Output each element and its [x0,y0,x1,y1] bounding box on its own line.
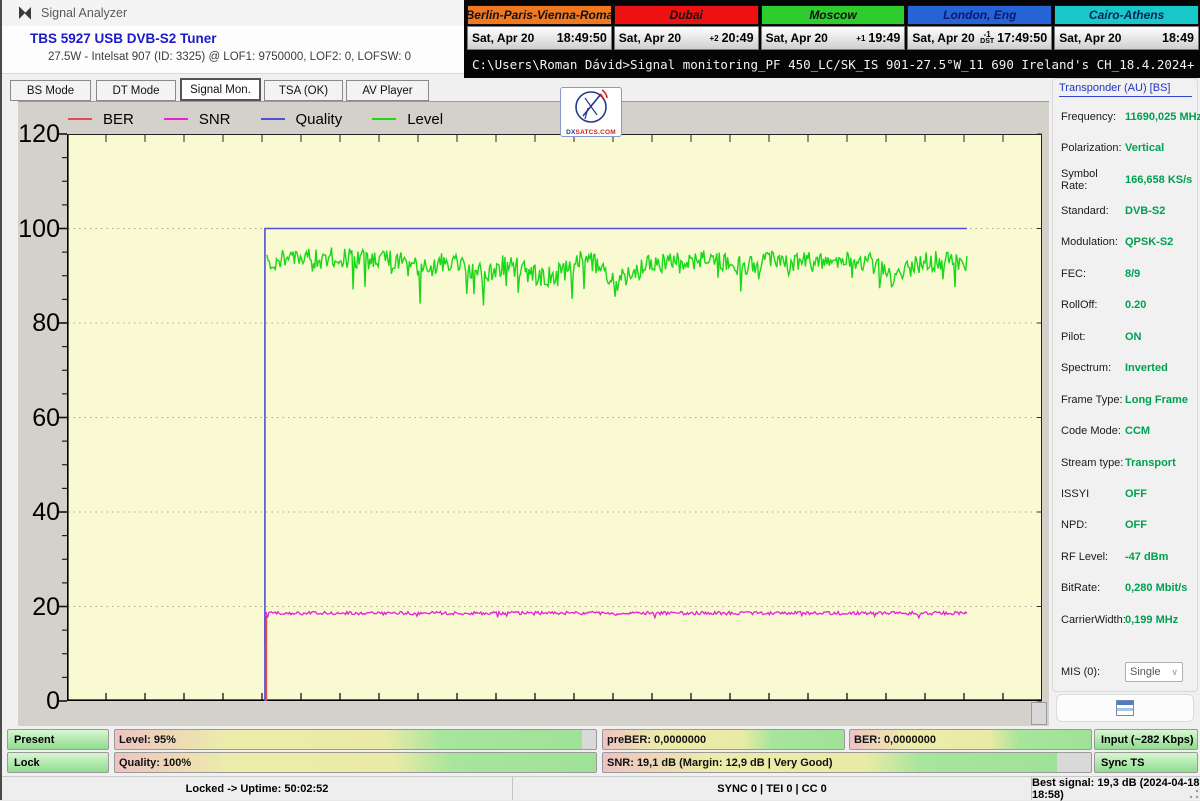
statusbar-best-signal: Best signal: 19,3 dB (2024-04-18 18:58) [1032,776,1200,801]
input-badge: Input (~282 Kbps) [1094,729,1198,750]
legend-item-1: SNR [163,110,231,128]
transponder-list-button[interactable] [1056,694,1194,722]
legend-item-3: Level [372,111,443,128]
snr-bar: SNR: 19,1 dB (Margin: 12,9 dB | Very Goo… [602,752,1092,773]
dxsatcs-logo: DXSATCS.COM [560,87,622,137]
transponder-row: Frame Type: Long Frame [1061,393,1188,406]
mis-row: MIS (0): Single ∨ [1061,659,1195,685]
quality-legend-swatch [260,118,285,120]
tab-av-player[interactable]: AV Player [346,80,429,101]
clock-city-moscow: Moscow [760,5,906,25]
transponder-row: Code Mode: CCM [1061,425,1151,438]
clock-city-berlin: Berlin-Paris-Vienna-Roma [467,5,612,25]
y-axis-label: 100 [18,214,60,243]
chart-panel: BER SNR Quality Level 0 20 40 60 80 100 120 [18,101,1049,726]
dxsatcs-logo-text: DXSATCS.COM [566,129,616,136]
transponder-row: Stream type: Transport [1061,456,1176,469]
snr-legend-label: SNR [198,110,231,128]
y-axis-label: 40 [32,498,60,526]
transponder-row: Modulation: QPSK-S2 [1061,236,1174,249]
transponder-row: Standard: DVB-S2 [1061,205,1166,218]
transponder-row: Polarization: Vertical [1061,142,1165,155]
window-title: Signal Analyzer [41,6,128,20]
plot-corner-box [1031,702,1047,725]
quality-bar-label: Quality: 100% [119,756,192,769]
mis-dropdown-value: Single [1130,666,1161,679]
clock-time-row: Sat, Apr 20 18:49:50 Sat, Apr 20 +2 20:4… [467,26,1199,50]
chart-legend: BER SNR Quality Level [68,108,473,130]
transponder-row: Pilot: ON [1061,330,1142,343]
legend-item-2: Quality [260,110,343,128]
transponder-row: Frequency: 11690,025 MHz [1061,110,1200,123]
y-axis-label: 60 [32,403,60,432]
transponder-row: NPD: OFF [1061,519,1147,532]
y-axis-label: 120 [18,120,60,148]
sync-ts-badge: Sync TS [1094,752,1198,773]
clock-time-dubai: Sat, Apr 20 +2 20:49 [613,26,759,50]
satellite-dish-icon [575,89,608,123]
signal-plot [58,133,1042,702]
lock-badge: Lock [7,752,109,773]
level-bar-label: Level: 95% [119,733,176,746]
signal-plot-area [58,133,1042,702]
transponder-header: Transponder (AU) [BS] [1059,82,1192,97]
transponder-row: Spectrum: Inverted [1061,362,1168,375]
present-badge: Present [7,729,109,750]
tuner-details: 27.5W - Intelsat 907 (ID: 3325) @ LOF1: … [48,51,412,63]
statusbar-lock-uptime: Locked -> Uptime: 50:02:52 [2,777,513,800]
preber-bar: preBER: 0,0000000 [602,729,845,750]
mis-dropdown[interactable]: Single ∨ [1125,662,1183,683]
snr-bar-label: SNR: 19,1 dB (Margin: 12,9 dB | Very Goo… [607,756,833,769]
bottom-statusbar: Locked -> Uptime: 50:02:52 SYNC 0 | TEI … [2,776,1200,801]
transponder-row: Symbol Rate: 166,658 KS/s [1061,167,1193,192]
app-icon [18,6,32,20]
list-icon [1116,700,1134,716]
clock-time-moscow: Sat, Apr 20 +1 19:49 [760,26,906,50]
clock-time-cairo: Sat, Apr 20 18:49 [1054,26,1199,50]
legend-item-0: BER [68,111,134,128]
preber-bar-label: preBER: 0,0000000 [607,733,707,746]
clock-city-row: Berlin-Paris-Vienna-Roma Dubai Moscow Lo… [467,5,1199,25]
tuner-name: TBS 5927 USB DVB-S2 Tuner [30,31,217,46]
chevron-down-icon: ∨ [1171,666,1178,677]
world-clocks-panel: Berlin-Paris-Vienna-Roma Dubai Moscow Lo… [464,0,1200,78]
level-legend-label: Level [407,110,444,128]
ber-legend-swatch [68,118,92,120]
y-axis-label: 80 [32,309,60,337]
y-axis-label: 20 [32,592,60,621]
console-prompt[interactable]: C:\Users\Roman Dávid>Signal monitoring_P… [464,52,1200,78]
resize-grip[interactable] [1189,789,1199,799]
quality-bar: Quality: 100% [114,752,597,773]
tab-signal-mon[interactable]: Signal Mon. [180,78,261,101]
clock-time-london: Sat, Apr 20 -1 DST 17:49:50 [907,26,1053,50]
tab-dt-mode[interactable]: DT Mode [96,80,176,101]
tab-tsa[interactable]: TSA (OK) [264,80,343,101]
snr-legend-swatch [163,118,188,120]
ber-legend-label: BER [103,110,134,128]
transponder-panel: Transponder (AU) [BS] Frequency: 11690,02… [1052,78,1200,692]
transponder-row: FEC: 8/9 [1061,267,1141,280]
quality-legend-label: Quality [295,110,343,128]
transponder-row: RollOff: 0.20 [1061,299,1147,312]
clock-city-london: London, Eng [907,5,1053,25]
level-bar: Level: 95% [114,729,597,750]
statusbar-sync-counters: SYNC 0 | TEI 0 | CC 0 [513,777,1032,800]
transponder-row: ISSYI OFF [1061,487,1147,500]
ber-bar: BER: 0,0000000 [849,729,1092,750]
tab-bs-mode[interactable]: BS Mode [10,80,91,101]
signal-analyzer-window: Signal Analyzer TBS 5927 USB DVB-S2 Tune… [0,0,1200,801]
transponder-row: RF Level: -47 dBm [1061,550,1169,563]
clock-city-cairo: Cairo-Athens [1054,5,1199,25]
transponder-row: BitRate: 0,280 Mbit/s [1061,582,1188,595]
ber-bar-label: BER: 0,0000000 [854,733,936,746]
clock-time-berlin: Sat, Apr 20 18:49:50 [467,26,612,50]
level-legend-swatch [372,118,397,120]
transponder-row: CarrierWidth: 0,199 MHz [1061,613,1179,626]
level-bar-fill [115,730,582,749]
clock-city-dubai: Dubai [613,5,759,25]
transponder-rows: Frequency: 11690,025 MHz Polarization: Ver… [1061,101,1200,685]
y-axis-label: 0 [46,687,60,715]
